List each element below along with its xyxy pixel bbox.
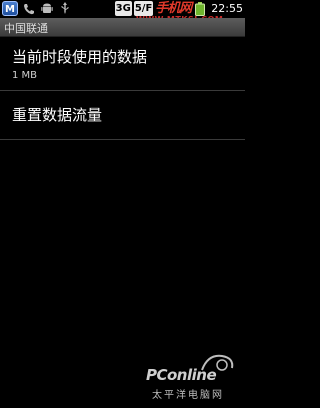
divider [0, 139, 245, 140]
usb-icon [58, 2, 72, 16]
title-bar: 中国联通 [0, 18, 245, 37]
watermark-logo: PConline [146, 366, 217, 384]
list-item-title: 当前时段使用的数据 [12, 48, 148, 66]
status-right-icons: 3G 5/F 手机网 22:55 [114, 1, 243, 16]
battery-icon [193, 1, 207, 16]
app-badge-icon: M [2, 1, 18, 16]
status-left-icons: M [2, 1, 72, 16]
pconline-watermark: PConline 太平洋电脑网 [146, 354, 242, 402]
android-icon [40, 2, 54, 16]
signal-3g-icon: 3G [114, 1, 132, 16]
phone-icon [22, 2, 36, 16]
list-item-title: 重置数据流量 [12, 106, 103, 124]
watermark-subtitle: 太平洋电脑网 [152, 390, 224, 401]
page-title: 中国联通 [4, 22, 48, 35]
list-item-current-usage[interactable]: 当前时段使用的数据 1 MB [0, 38, 245, 90]
signal-strength-label: 5/F [133, 1, 154, 16]
list-item-subtitle: 1 MB [12, 70, 38, 81]
brand-stamp: 手机网 [155, 1, 192, 16]
list-item-reset-data[interactable]: 重置数据流量 [0, 91, 245, 139]
clock: 22:55 [211, 2, 243, 15]
